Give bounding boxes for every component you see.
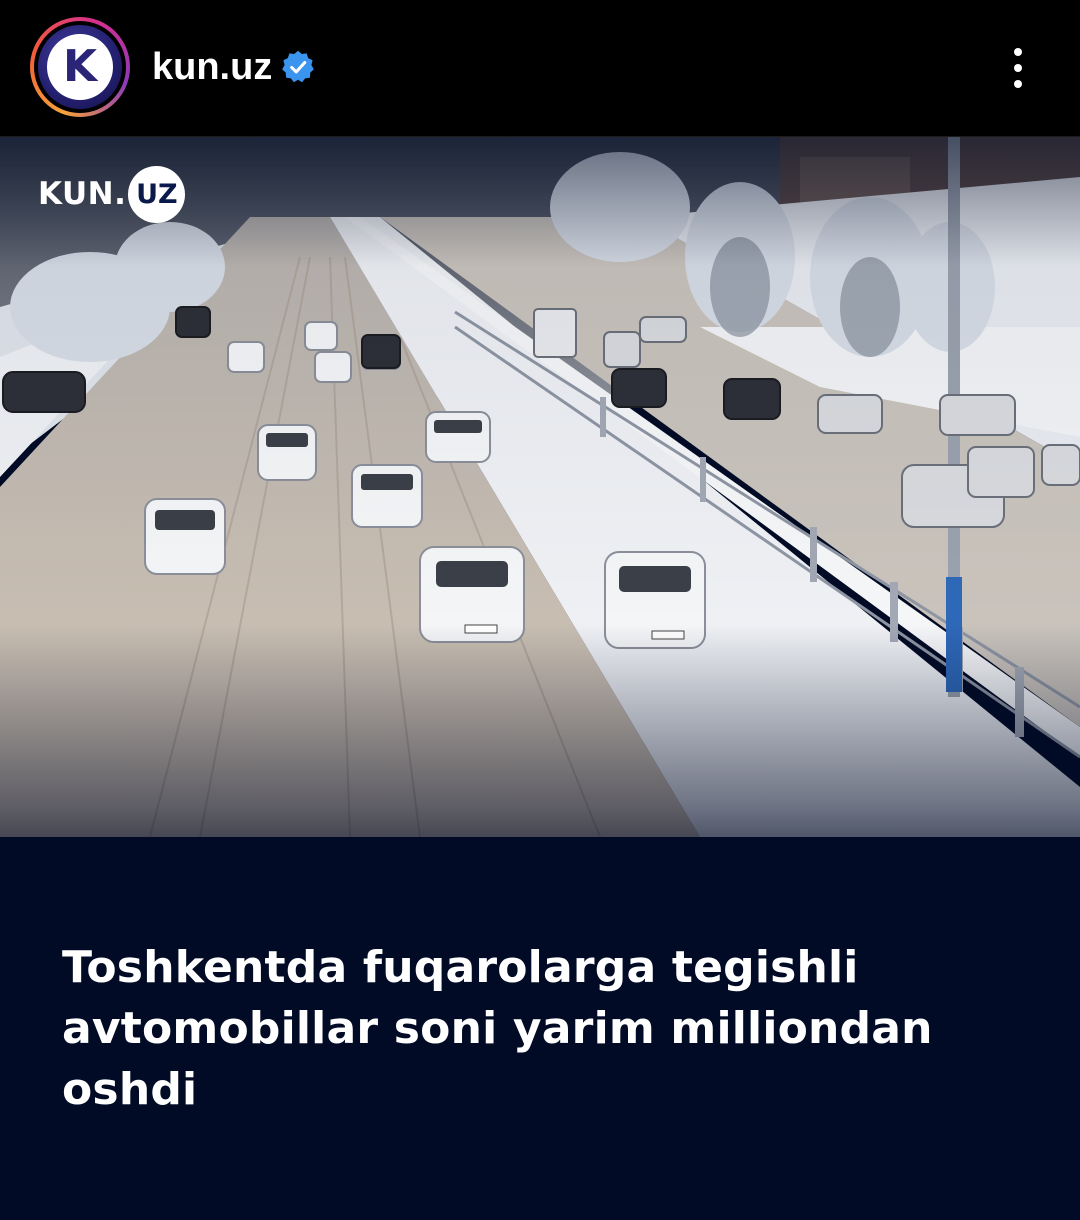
avatar-letter: K [62,41,98,92]
brand-logo-circle: UZ [128,165,186,223]
brand-logo-circle-text: UZ [136,178,178,210]
avatar-image: K [38,25,122,109]
avatar-logo: K [47,34,113,100]
post-headline: Toshkentda fuqarolarga tegishli avtomobi… [62,942,933,1115]
brand-logo-text: KUN. [38,175,127,212]
username-link[interactable]: kun.uz [152,44,272,90]
more-vertical-icon[interactable] [996,40,1040,96]
post-header: K kun.uz [0,0,1080,136]
verified-badge-icon [282,50,314,83]
kun-uz-watermark-logo: KUN. UZ [38,165,186,223]
instagram-post-view: K kun.uz KUN. UZ Toshkentda fuqarolarga … [0,0,1080,1220]
avatar[interactable]: K [30,17,130,117]
post-image[interactable]: KUN. UZ Toshkentda fuqarolarga tegishli … [0,137,1080,1220]
